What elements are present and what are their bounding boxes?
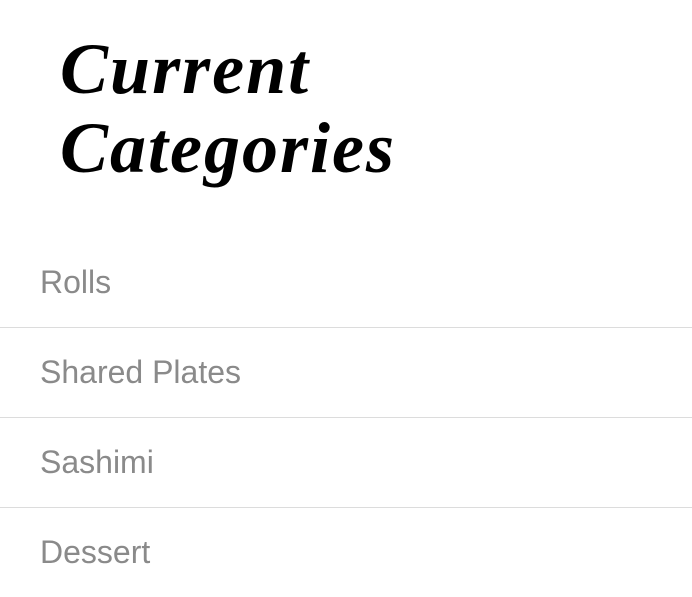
category-list: Rolls Shared Plates Sashimi Dessert xyxy=(0,238,692,597)
list-item-label: Dessert xyxy=(40,534,150,570)
page-header: Current Categories xyxy=(0,0,692,238)
list-item-label: Sashimi xyxy=(40,444,154,480)
list-item[interactable]: Sashimi xyxy=(0,418,692,508)
list-item[interactable]: Dessert xyxy=(0,508,692,597)
list-item-label: Shared Plates xyxy=(40,354,241,390)
list-item[interactable]: Shared Plates xyxy=(0,328,692,418)
list-item-label: Rolls xyxy=(40,264,111,300)
page-title: Current Categories xyxy=(60,30,652,188)
list-item[interactable]: Rolls xyxy=(0,238,692,328)
